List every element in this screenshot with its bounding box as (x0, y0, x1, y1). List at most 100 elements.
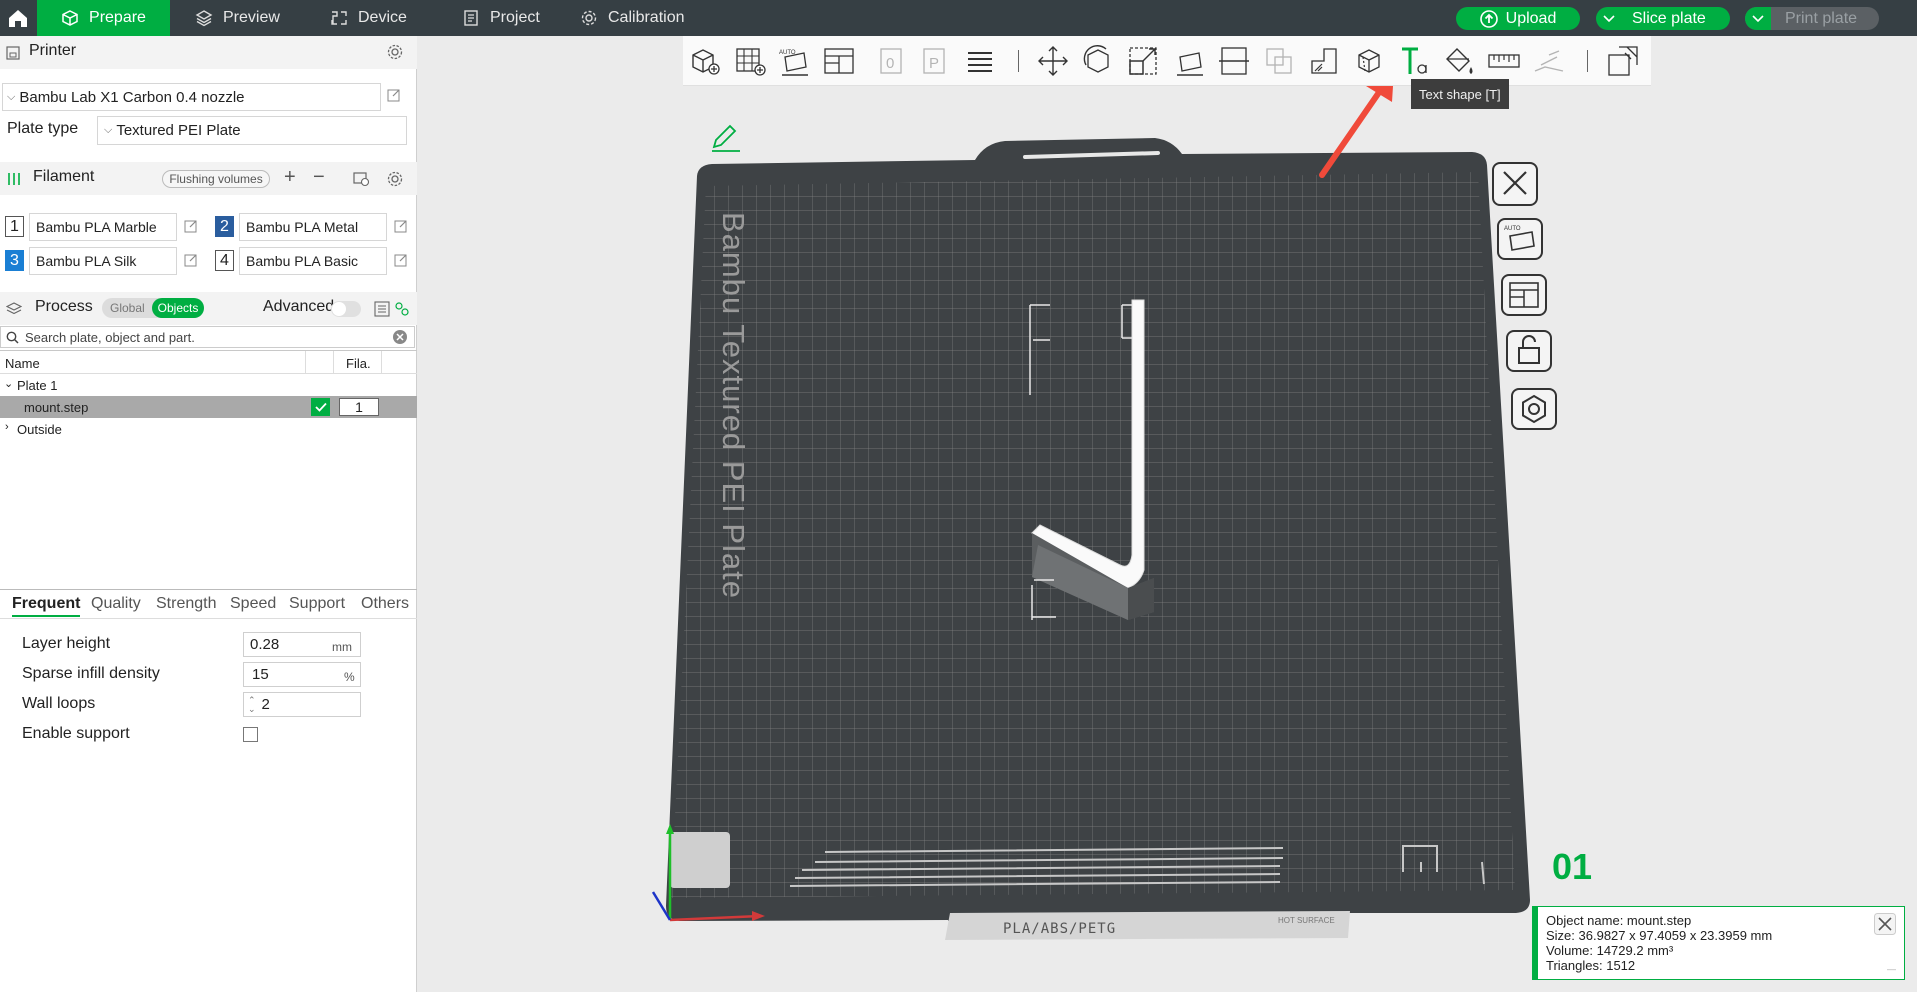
edit-icon[interactable] (387, 88, 401, 102)
arrange-plate-button[interactable] (1500, 272, 1548, 318)
plate-settings-button[interactable] (1510, 386, 1558, 432)
objects-option[interactable]: Objects (152, 298, 204, 318)
advanced-toggle[interactable] (331, 301, 361, 317)
filament-number: 1 (10, 217, 19, 235)
tab-others[interactable]: Others (361, 595, 409, 613)
measure-tool-button[interactable] (1486, 43, 1522, 79)
layer-height-label: Layer height (22, 635, 111, 652)
remove-filament-button[interactable]: − (313, 166, 325, 189)
scale-tool-button[interactable] (1125, 43, 1161, 79)
tab-frequent[interactable]: Frequent (12, 595, 81, 617)
tab-prepare[interactable]: Prepare (37, 0, 170, 36)
sync-filament-icon[interactable] (353, 171, 370, 187)
tab-label: Project (490, 9, 540, 26)
tab-calibration[interactable]: Calibration (580, 0, 684, 36)
auto-orient-plate-button[interactable]: AUTO (1496, 216, 1544, 262)
filament-select-4[interactable]: Bambu PLA Basic (239, 247, 387, 275)
seam-icon (1358, 49, 1380, 73)
close-icon[interactable] (1874, 913, 1896, 935)
plate-row[interactable]: ⌄ Plate 1 (0, 374, 417, 396)
wall-loops-stepper[interactable]: ⌃ ⌄ 2 (243, 692, 361, 717)
gear-icon[interactable] (386, 170, 404, 188)
tab-device[interactable]: Device (330, 0, 407, 36)
filament-select-2[interactable]: Bambu PLA Metal (239, 213, 387, 241)
tab-speed[interactable]: Speed (230, 595, 276, 613)
plate-label-button[interactable]: P (916, 43, 952, 79)
add-filament-button[interactable]: + (284, 166, 296, 189)
compare-icon[interactable] (394, 301, 410, 317)
close-plate-button[interactable] (1491, 161, 1539, 207)
outside-row[interactable]: › Outside (0, 418, 417, 440)
layer-height-input[interactable]: 0.28 mm (243, 632, 361, 657)
enable-support-checkbox[interactable] (243, 727, 258, 742)
rotate-tool-button[interactable] (1080, 43, 1116, 79)
global-objects-toggle[interactable]: Global Objects (102, 298, 204, 318)
printer-select[interactable]: ⌵ Bambu Lab X1 Carbon 0.4 nozzle (2, 83, 381, 111)
sparse-infill-input[interactable]: 15 % (243, 662, 361, 687)
edit-icon[interactable] (394, 219, 408, 233)
tab-preview[interactable]: Preview (195, 0, 280, 36)
cut-tool-button[interactable] (1216, 43, 1252, 79)
auto-orient-button[interactable]: AUTO (776, 43, 812, 79)
column-name[interactable]: Name (5, 356, 40, 371)
assembly-button[interactable] (1531, 43, 1567, 79)
tab-quality[interactable]: Quality (91, 595, 141, 613)
filament-slot-4[interactable]: 4 (215, 250, 234, 271)
table-row[interactable]: mount.step 1 (0, 396, 417, 418)
edit-icon[interactable] (184, 253, 198, 267)
plate-number[interactable]: 01 (1552, 846, 1592, 888)
printable-checkbox[interactable] (311, 398, 330, 416)
add-object-button[interactable] (687, 43, 723, 79)
slice-plate-button[interactable]: Slice plate (1596, 7, 1730, 30)
add-plate-button[interactable] (732, 43, 768, 79)
search-field[interactable]: Search plate, object and part. (0, 326, 415, 348)
upload-button[interactable]: Upload (1456, 7, 1580, 30)
edit-plate-icon[interactable] (712, 124, 740, 152)
clear-search-icon[interactable] (392, 329, 408, 345)
home-button[interactable] (0, 0, 36, 36)
arrange-button[interactable] (821, 43, 857, 79)
filament-select-1[interactable]: Bambu PLA Marble (29, 213, 177, 241)
print-plate-button[interactable]: Print plate (1745, 7, 1879, 30)
list-icon[interactable] (374, 301, 390, 317)
layers-button[interactable] (962, 43, 998, 79)
stepper-arrows-icon[interactable]: ⌃ ⌄ (248, 695, 256, 714)
filament-section-header: Filament Flushing volumes + − (0, 162, 417, 195)
lock-plate-button[interactable] (1505, 328, 1553, 374)
object-filament-select[interactable]: 1 (339, 398, 379, 416)
boolean-tool-button[interactable] (1261, 43, 1297, 79)
text-shape-button[interactable] (1396, 43, 1432, 79)
support-paint-button[interactable] (1306, 43, 1342, 79)
search-input[interactable]: Search plate, object and part. (25, 330, 195, 345)
global-option[interactable]: Global (110, 301, 145, 315)
object-number-button[interactable]: 0 (873, 43, 909, 79)
filament-select-3[interactable]: Bambu PLA Silk (29, 247, 177, 275)
edit-icon[interactable] (184, 219, 198, 233)
filament-slot-1[interactable]: 1 (5, 216, 24, 237)
text-shape-icon (1402, 47, 1427, 74)
lay-on-face-button[interactable] (1171, 43, 1207, 79)
split-button[interactable] (1605, 43, 1641, 79)
filament-slot-3[interactable]: 3 (5, 250, 24, 271)
edit-icon[interactable] (394, 253, 408, 267)
tab-project[interactable]: Project (462, 0, 540, 36)
chevron-down-icon[interactable] (1596, 14, 1622, 23)
gear-icon[interactable] (386, 43, 404, 61)
3d-viewport[interactable]: Bambu Textured PEI Plate PLA/ABS/PETG HO… (418, 36, 1917, 992)
seam-paint-button[interactable] (1351, 43, 1387, 79)
plate-label: Plate 1 (17, 378, 58, 393)
collapse-icon[interactable]: — (1887, 962, 1896, 977)
move-tool-button[interactable] (1035, 43, 1071, 79)
tab-strength[interactable]: Strength (156, 595, 216, 613)
chevron-right-icon[interactable]: › (5, 421, 9, 433)
plate-type-select[interactable]: ⌵ Textured PEI Plate (97, 116, 407, 145)
paint-bucket-icon (1446, 48, 1473, 74)
chevron-down-icon[interactable]: ⌄ (4, 377, 13, 390)
toolbar-divider (1587, 50, 1588, 72)
flushing-volumes-button[interactable]: Flushing volumes (162, 170, 270, 188)
chevron-down-icon[interactable] (1745, 7, 1771, 30)
tab-support[interactable]: Support (289, 595, 345, 613)
color-paint-button[interactable] (1441, 43, 1477, 79)
column-filament[interactable]: Fila. (346, 356, 371, 371)
filament-slot-2[interactable]: 2 (215, 216, 234, 237)
